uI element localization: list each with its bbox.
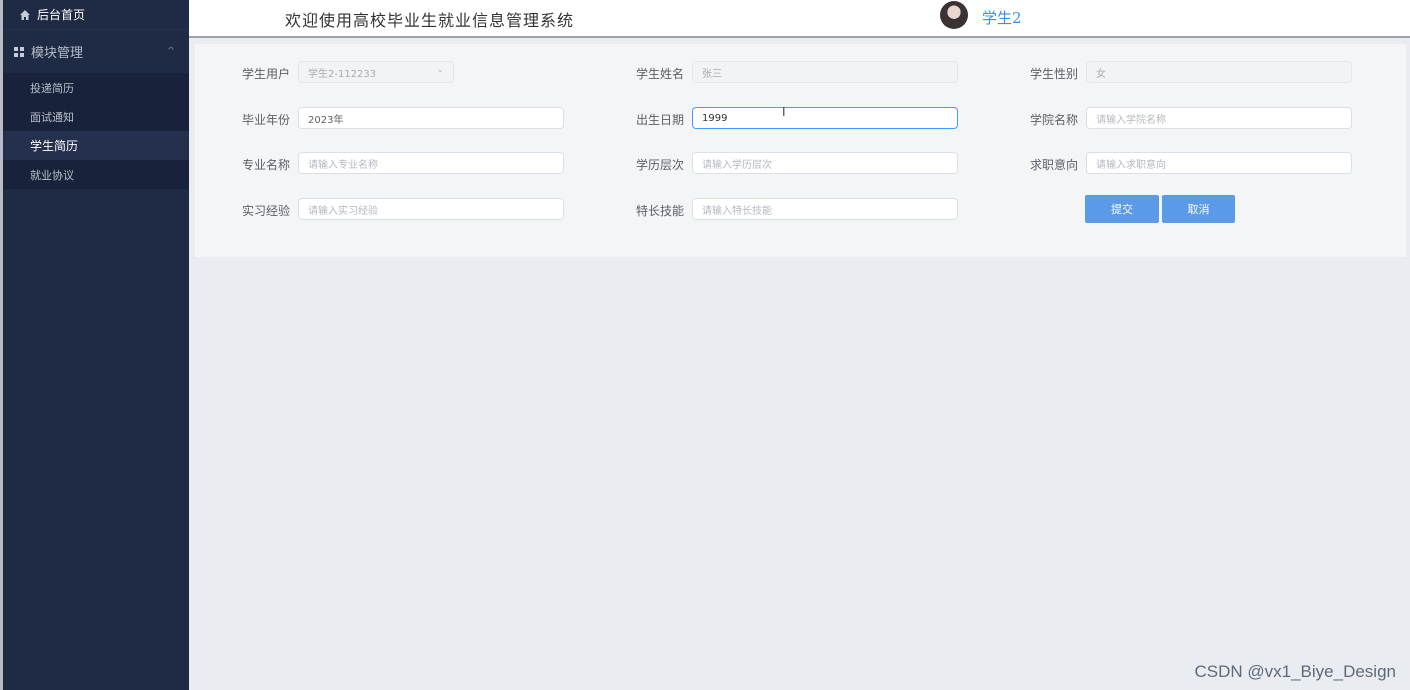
grad-year-value: 2023年 (308, 114, 344, 126)
sidebar-item-label: 学生简历 (30, 139, 79, 153)
sidebar-group-modules[interactable]: 模块管理 ^ (3, 29, 189, 73)
sidebar-item-label: 就业协议 (30, 168, 74, 182)
internship-field[interactable]: 请输入实习经验 (298, 198, 564, 220)
submit-button[interactable]: 提交 (1085, 195, 1159, 223)
student-gender-field[interactable]: 女 (1086, 61, 1352, 83)
sidebar-item-label: 面试通知 (30, 110, 74, 124)
sidebar-item-employment-agreement[interactable]: 就业协议 (3, 160, 189, 189)
student-user-select[interactable]: 学生2-112233 ⌄ (298, 61, 454, 83)
skills-placeholder: 请输入特长技能 (702, 205, 772, 217)
resume-form-panel: 学生用户 学生2-112233 ⌄ 学生姓名 张三 学生性别 女 毕业年份 20… (195, 44, 1406, 257)
student-gender-label: 学生性别 (1030, 67, 1079, 81)
skills-label: 特长技能 (636, 204, 685, 218)
username-label[interactable]: 学生2 (982, 7, 1022, 28)
student-name-field[interactable]: 张三 (692, 61, 958, 83)
sidebar-item-interview-notice[interactable]: 面试通知 (3, 102, 189, 131)
sidebar-group-label: 模块管理 (31, 46, 84, 61)
skills-field[interactable]: 请输入特长技能 (692, 198, 958, 220)
watermark: CSDN @vx1_Biye_Design (1194, 662, 1396, 681)
job-intention-label: 求职意向 (1030, 158, 1079, 172)
sidebar-item-home[interactable]: 后台首页 (3, 0, 189, 29)
major-name-placeholder: 请输入专业名称 (308, 159, 378, 171)
student-name-value: 张三 (702, 68, 722, 80)
chevron-down-icon: ⌄ (436, 65, 444, 75)
internship-label: 实习经验 (242, 204, 291, 218)
birth-date-label: 出生日期 (636, 113, 685, 127)
sidebar: 后台首页 模块管理 ^ 投递简历 面试通知 学生简历 就业协议 (0, 0, 189, 690)
text-cursor-icon: I (782, 105, 786, 119)
internship-placeholder: 请输入实习经验 (308, 205, 378, 217)
job-intention-field[interactable]: 请输入求职意向 (1086, 152, 1352, 174)
job-intention-placeholder: 请输入求职意向 (1096, 159, 1166, 171)
sidebar-home-label: 后台首页 (37, 8, 86, 22)
sidebar-item-student-resume[interactable]: 学生简历 (3, 131, 189, 160)
degree-level-label: 学历层次 (636, 158, 685, 172)
student-gender-value: 女 (1096, 68, 1106, 80)
avatar[interactable] (940, 1, 968, 29)
home-icon (20, 9, 30, 20)
degree-level-placeholder: 请输入学历层次 (702, 159, 772, 171)
sidebar-item-resume-delivery[interactable]: 投递简历 (3, 73, 189, 102)
sidebar-item-label: 投递简历 (30, 81, 74, 95)
student-name-label: 学生姓名 (636, 67, 685, 81)
sidebar-submenu: 投递简历 面试通知 学生简历 就业协议 (3, 73, 189, 189)
birth-date-value: 1999 (702, 112, 728, 124)
student-user-value: 学生2-112233 (308, 68, 377, 80)
college-name-label: 学院名称 (1030, 113, 1079, 127)
student-user-label: 学生用户 (242, 67, 291, 81)
chevron-up-icon: ^ (166, 46, 175, 57)
major-name-field[interactable]: 请输入专业名称 (298, 152, 564, 174)
cancel-button[interactable]: 取消 (1162, 195, 1235, 223)
top-header: 欢迎使用高校毕业生就业信息管理系统 学生2 (189, 0, 1410, 38)
grad-year-label: 毕业年份 (242, 113, 291, 127)
birth-date-field[interactable]: 1999 (692, 107, 958, 129)
major-name-label: 专业名称 (242, 158, 291, 172)
college-name-placeholder: 请输入学院名称 (1096, 114, 1166, 126)
grad-year-field[interactable]: 2023年 (298, 107, 564, 129)
degree-level-field[interactable]: 请输入学历层次 (692, 152, 958, 174)
page-title: 欢迎使用高校毕业生就业信息管理系统 (285, 11, 575, 30)
college-name-field[interactable]: 请输入学院名称 (1086, 107, 1352, 129)
grid-icon (14, 46, 24, 57)
